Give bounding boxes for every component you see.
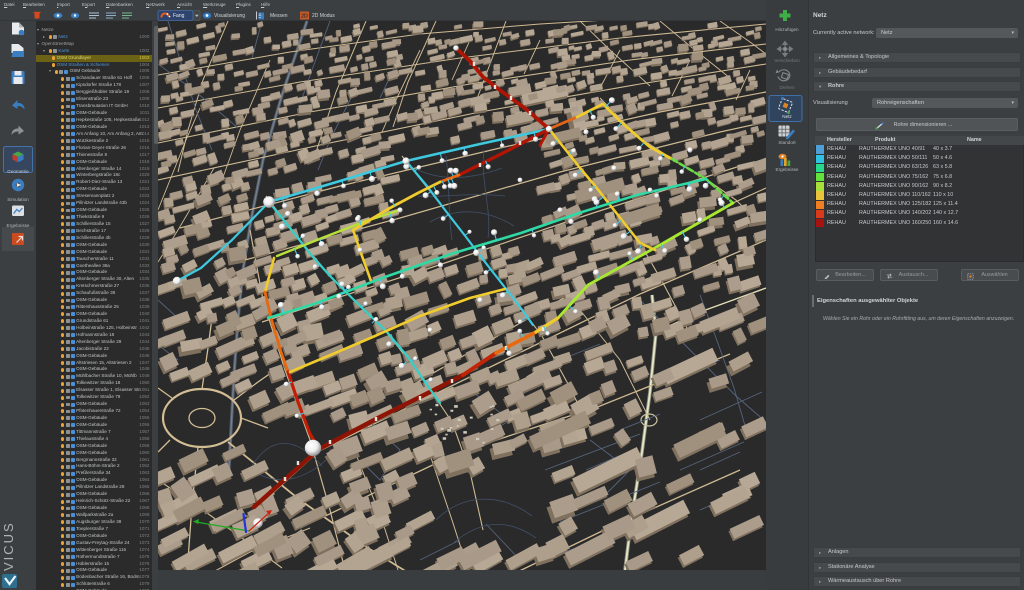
svg-text:2D: 2D bbox=[301, 14, 308, 20]
